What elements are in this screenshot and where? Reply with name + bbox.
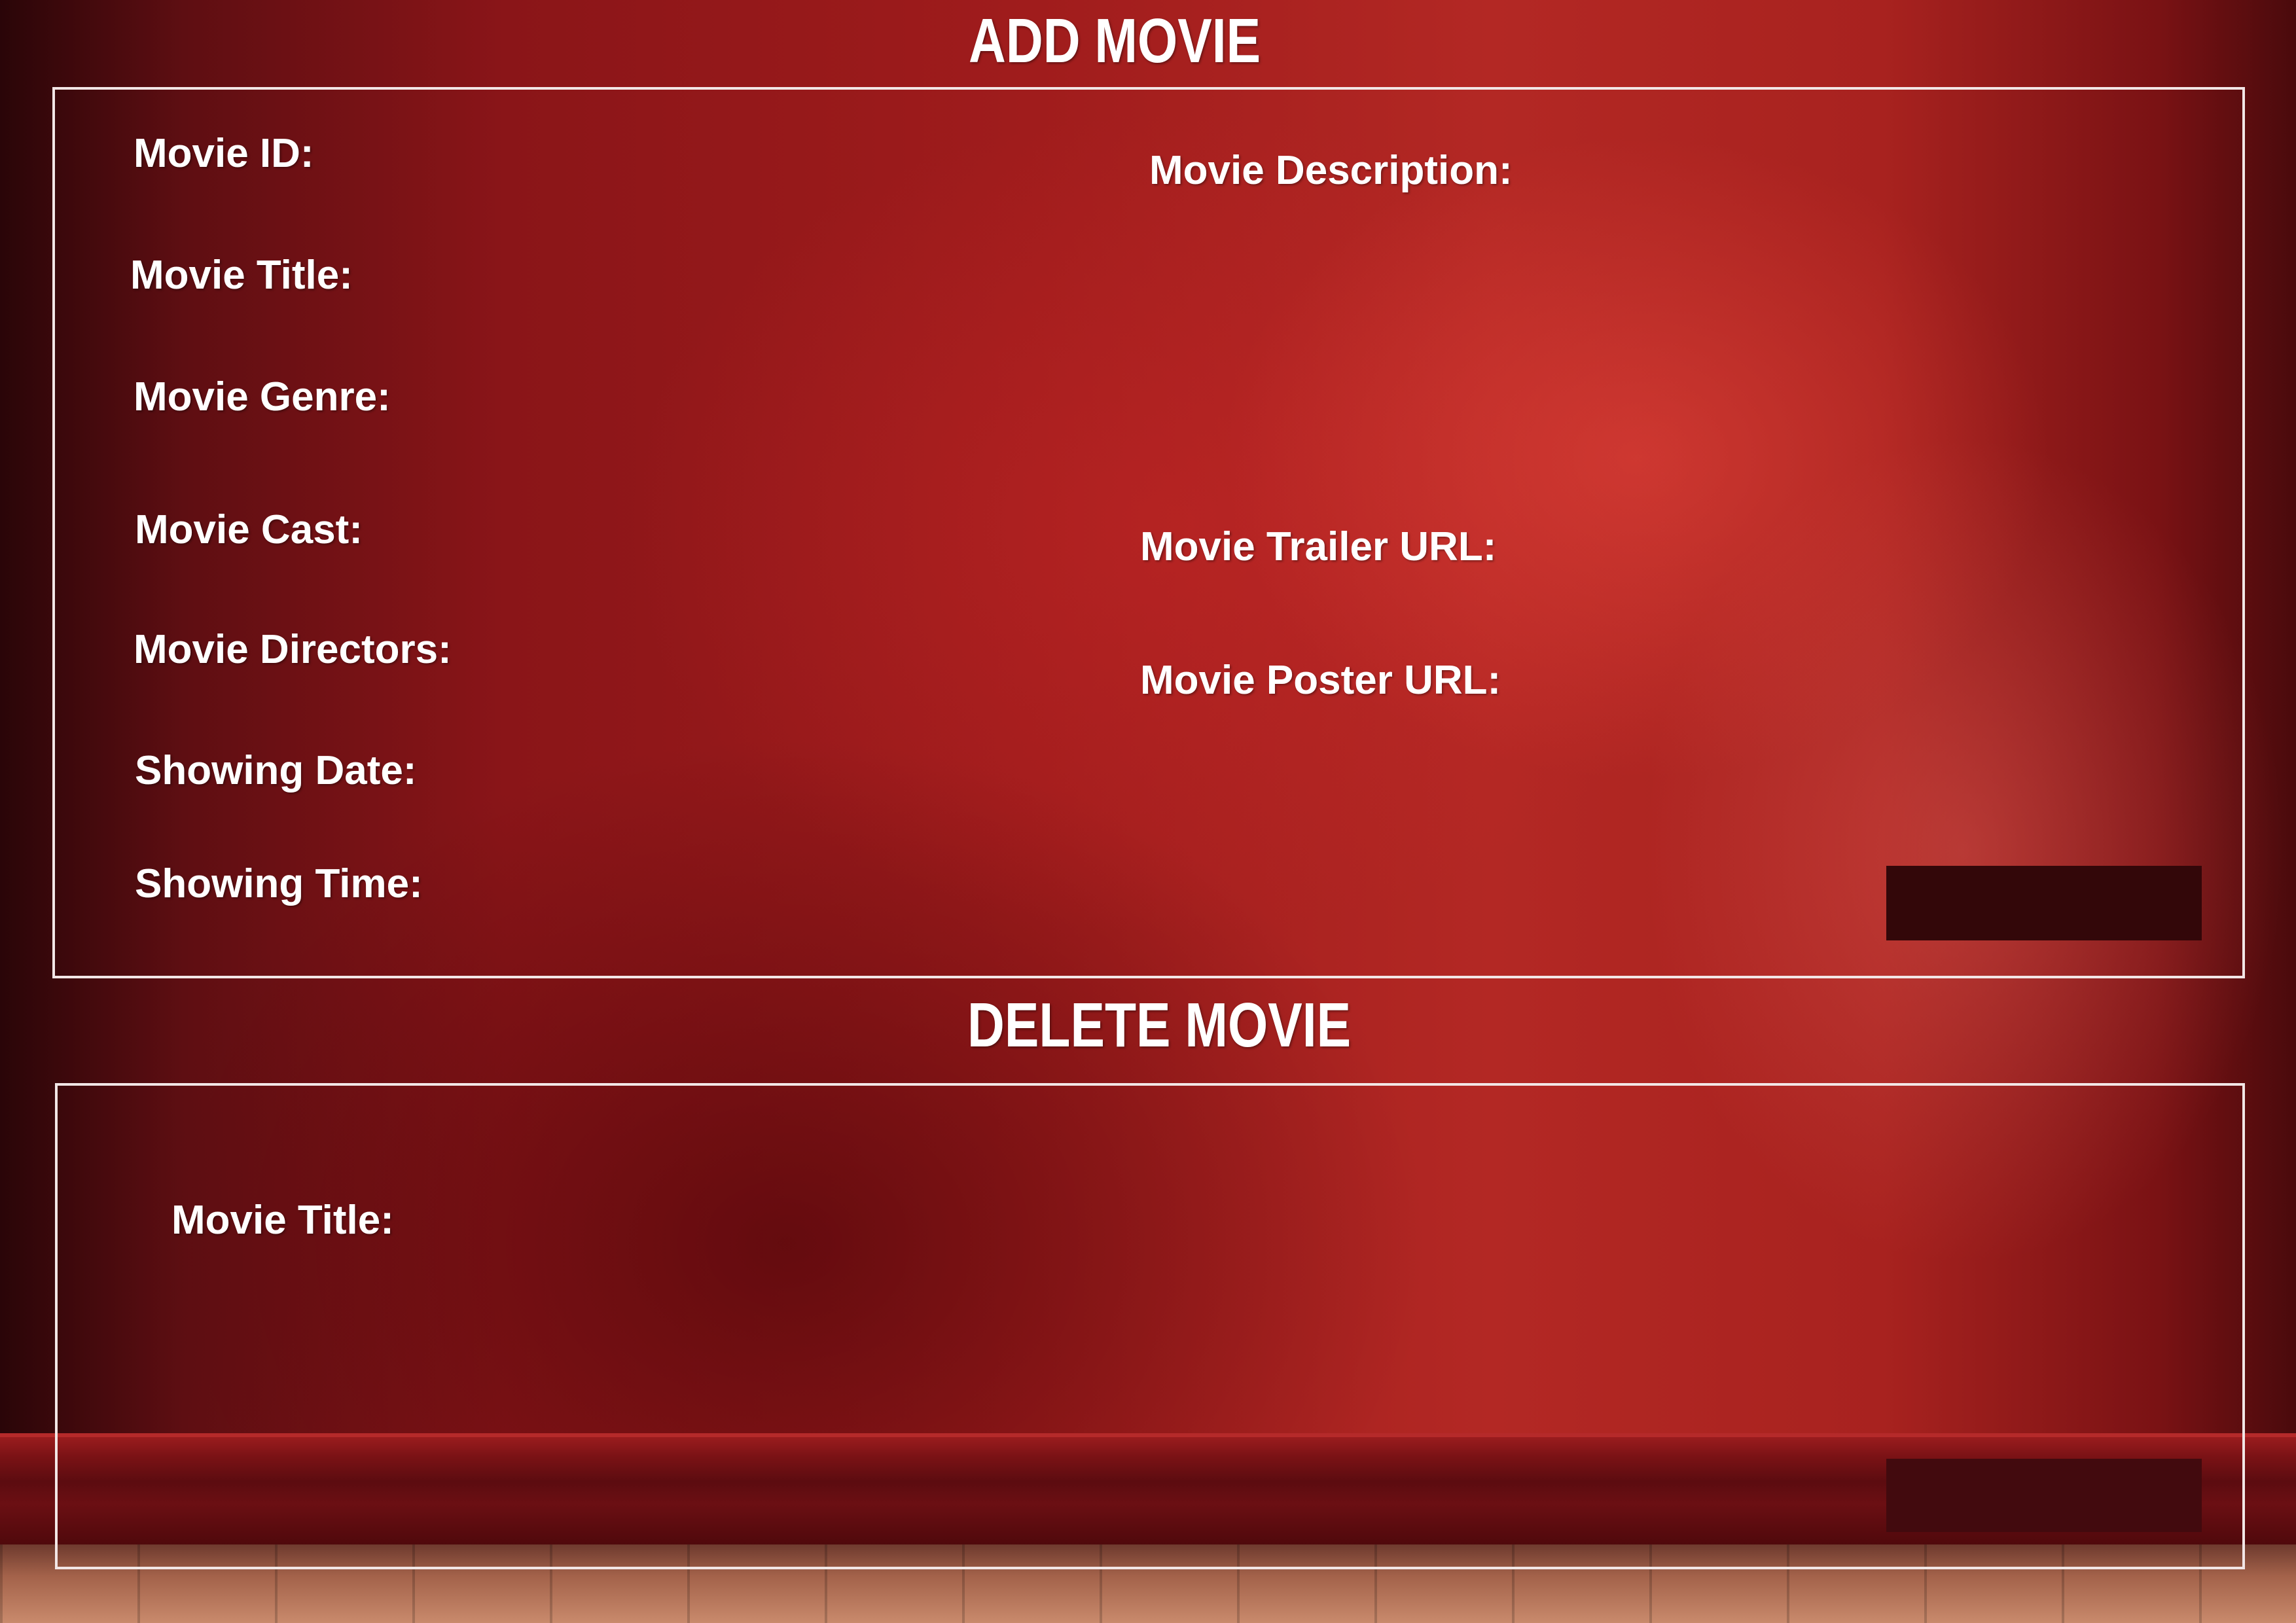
movie-cast-label: Movie Cast: — [135, 507, 363, 552]
showing-time-label: Showing Time: — [135, 861, 423, 906]
add-movie-button[interactable] — [1886, 866, 2202, 940]
movie-description-label: Movie Description: — [1149, 148, 1513, 193]
add-movie-heading: ADD MOVIE — [969, 6, 1261, 76]
showing-date-label: Showing Date: — [135, 748, 417, 793]
movie-directors-label: Movie Directors: — [134, 627, 452, 672]
movie-trailer-url-label: Movie Trailer URL: — [1140, 524, 1497, 569]
movie-genre-label: Movie Genre: — [134, 374, 391, 419]
delete-movie-title-label: Movie Title: — [171, 1198, 394, 1243]
delete-movie-panel: Movie Title: — [55, 1083, 2245, 1569]
movie-title-label: Movie Title: — [130, 253, 353, 298]
delete-movie-button[interactable] — [1886, 1459, 2202, 1532]
delete-movie-heading: DELETE MOVIE — [967, 990, 1352, 1060]
movie-id-label: Movie ID: — [134, 131, 314, 176]
add-movie-panel: Movie ID: Movie Title: Movie Genre: Movi… — [52, 87, 2245, 978]
movie-poster-url-label: Movie Poster URL: — [1140, 658, 1501, 703]
